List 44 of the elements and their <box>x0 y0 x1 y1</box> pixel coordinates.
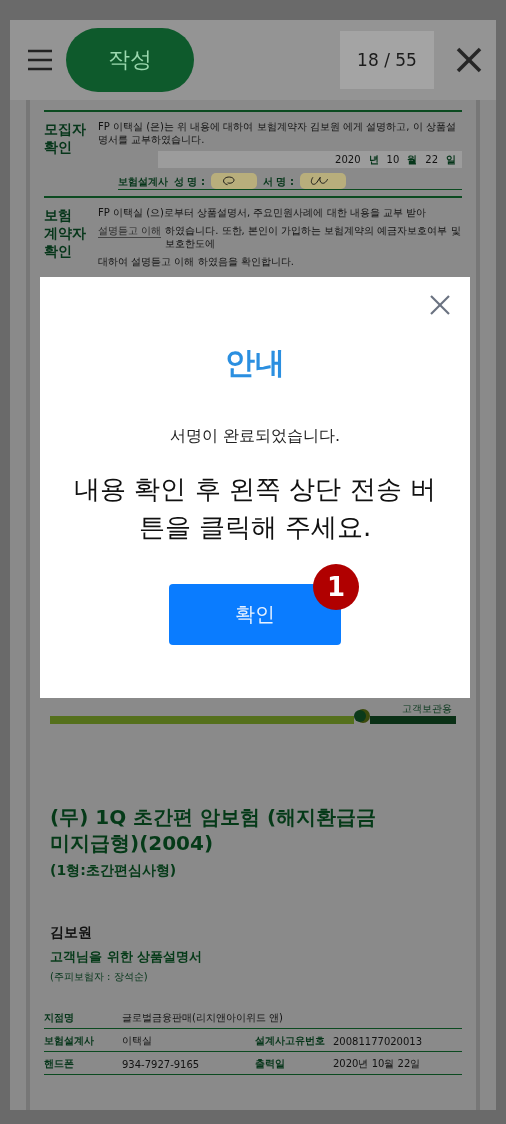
dialog-title: 안내 <box>225 344 285 382</box>
write-button[interactable]: 작성 <box>66 28 194 92</box>
info-value: 2020년 10월 22일 <box>333 1057 422 1071</box>
dialog-message: 서명이 완료되었습니다. <box>169 426 341 447</box>
statement-text: FP 이택실 (으)로부터 상품설명서, 주요민원사례에 대한 내용을 교부 받아 <box>98 206 428 219</box>
signature-scribble-icon <box>210 173 257 189</box>
signature-scribble-icon <box>299 173 346 189</box>
close-icon[interactable] <box>456 47 482 73</box>
step-badge: 1 <box>313 564 359 611</box>
customer-name: 김보원 <box>50 924 93 942</box>
sign-label: 서 명 : <box>262 174 294 188</box>
confirm-phrase-field[interactable]: 설명듣고 이해 <box>98 224 162 238</box>
dialog-instruction: 내용 확인 후 왼쪽 상단 전송 버튼을 클릭해 주세요. <box>73 473 437 544</box>
page-counter: 18 / 55 <box>340 31 434 89</box>
insured-text: (주피보험자 : 장석순) <box>50 970 149 984</box>
statement-text: 대하여 설명듣고 이해 하였음을 확인합니다. <box>98 255 295 268</box>
info-label: 지점명 <box>44 1011 75 1025</box>
date-text: 10 <box>386 153 400 166</box>
info-value: 20081177020013 <box>333 1035 424 1047</box>
statement-text: FP 이택실 (은)는 위 내용에 대하여 보험계약자 김보원 에게 설명하고, 이 상품설명서를 교부하였습니다. <box>98 120 457 146</box>
copy-label: 고객보관용 <box>402 702 453 716</box>
info-label: 핸드폰 <box>44 1057 75 1071</box>
date-text: 2020 <box>335 153 361 166</box>
info-label: 보험설계사 <box>44 1034 95 1048</box>
date-text: 22 <box>425 153 438 166</box>
document-name: 고객님을 위한 상품설명서 <box>50 948 204 966</box>
menu-icon[interactable] <box>28 49 52 71</box>
product-subtitle: (1형:초간편심사형) <box>50 862 178 880</box>
name-label: 성 명 : <box>174 174 205 188</box>
info-value: 934-7927-9165 <box>122 1058 201 1070</box>
logo-dot-icon <box>354 708 370 724</box>
info-value: 글로벌금융판매(리치앤아이위드 앤) <box>122 1011 284 1025</box>
section-heading: 모집자 확인 <box>44 120 87 158</box>
info-label: 출력일 <box>255 1057 286 1071</box>
role-label: 보험설계사 <box>118 174 168 188</box>
date-text: 년 <box>368 153 379 166</box>
product-title: (무) 1Q 초간편 암보험 (해지환급금 미지급형)(2004) <box>50 804 378 856</box>
close-icon[interactable] <box>430 295 450 315</box>
info-label: 설계사고유번호 <box>255 1034 326 1048</box>
info-value: 이택실 <box>122 1034 153 1048</box>
date-text: 일 <box>446 153 456 166</box>
statement-text: 하였습니다. 또한, 본인이 가입하는 보험계약의 예금자보호여부 및 보호한도에 <box>165 224 462 250</box>
date-text: 월 <box>407 153 418 166</box>
section-heading: 보험 계약자 확인 <box>44 206 87 262</box>
